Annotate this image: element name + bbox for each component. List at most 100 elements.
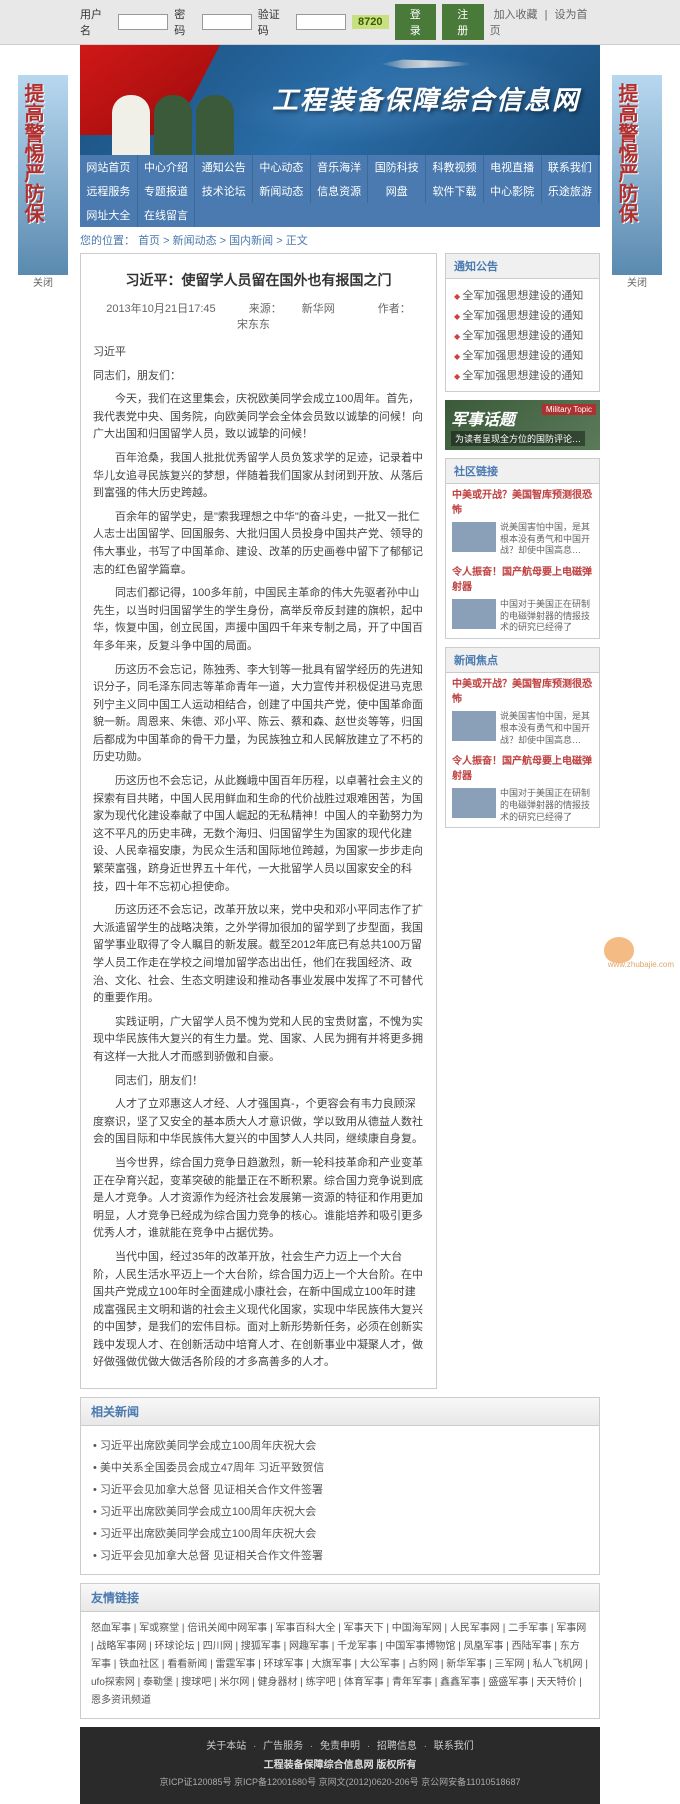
friend-link[interactable]: 战略军事网 — [96, 1641, 146, 1652]
register-button[interactable]: 注册 — [442, 4, 484, 40]
side-news-item[interactable]: 说美国害怕中国，是其根本没有勇气和中国开战？却使中国高息… — [446, 518, 599, 561]
friend-link[interactable]: 四川网 — [203, 1641, 233, 1652]
friend-link[interactable]: 新华军事 — [446, 1659, 486, 1670]
friend-link[interactable]: 铁血社区 — [119, 1659, 159, 1670]
breadcrumb-home[interactable]: 首页 — [138, 235, 160, 247]
friend-link[interactable]: 练字吧 — [306, 1677, 336, 1688]
friend-link[interactable]: 青年军事 — [392, 1677, 432, 1688]
side-news-item[interactable]: 中国对于美国正在研制的电磁弹射器的情报技术的研究已经得了 — [446, 784, 599, 827]
friend-link[interactable]: ufo探索网 — [91, 1677, 135, 1688]
footer-link[interactable]: 招聘信息 — [377, 1741, 417, 1752]
friend-link[interactable]: 军或察堂 — [139, 1623, 179, 1634]
related-item[interactable]: 习近平出席欧美同学会成立100周年庆祝大会 — [93, 1500, 587, 1522]
friend-link[interactable]: 雷霆军事 — [215, 1659, 255, 1670]
login-button[interactable]: 登录 — [395, 4, 437, 40]
breadcrumb-cat1[interactable]: 新闻动态 — [173, 235, 217, 247]
friend-link[interactable]: 二手军事 — [508, 1623, 548, 1634]
nav-item[interactable]: 远程服务 — [80, 179, 138, 203]
notice-item[interactable]: 全军加强思想建设的通知 — [454, 325, 591, 345]
article-paragraph: 同志们都记得，100多年前，中国民主革命的伟大先驱者孙中山先生，以当时归国留学生… — [93, 585, 424, 655]
nav-item[interactable]: 科教视频 — [426, 155, 484, 179]
left-ad[interactable]: 提高警惕严防保 关闭 — [18, 75, 68, 275]
friend-link[interactable]: 健身器材 — [258, 1677, 298, 1688]
friend-link[interactable]: 怒血军事 — [91, 1623, 131, 1634]
nav-item[interactable]: 网盘 — [368, 179, 426, 203]
side-news-title[interactable]: 令人振奋！国产航母要上电磁弹射器 — [446, 750, 599, 784]
friend-link[interactable]: 军事网 — [556, 1623, 586, 1634]
friend-link[interactable]: 军事天下 — [344, 1623, 384, 1634]
nav-item[interactable]: 乐途旅游 — [542, 179, 600, 203]
friend-link[interactable]: 网趣军事 — [289, 1641, 329, 1652]
side-news-item[interactable]: 中国对于美国正在研制的电磁弹射器的情报技术的研究已经得了 — [446, 595, 599, 638]
side-news-title[interactable]: 中美或开战？美国智库预测很恐怖 — [446, 673, 599, 707]
friend-link[interactable]: 搜狐军事 — [241, 1641, 281, 1652]
friend-link[interactable]: 环球论坛 — [155, 1641, 195, 1652]
related-item[interactable]: 习近平出席欧美同学会成立100周年庆祝大会 — [93, 1522, 587, 1544]
footer-link[interactable]: 联系我们 — [434, 1741, 474, 1752]
friend-link[interactable]: 千龙军事 — [337, 1641, 377, 1652]
username-input[interactable] — [118, 14, 168, 30]
friend-link[interactable]: 盛盛军事 — [488, 1677, 528, 1688]
nav-item[interactable]: 新闻动态 — [253, 179, 311, 203]
side-news-title[interactable]: 中美或开战？美国智库预测很恐怖 — [446, 484, 599, 518]
footer-link[interactable]: 广告服务 — [263, 1741, 303, 1752]
friend-link[interactable]: 恩多资讯频道 — [91, 1695, 151, 1706]
related-item[interactable]: 习近平会见加拿大总督 见证相关合作文件签署 — [93, 1478, 587, 1500]
captcha-input[interactable] — [296, 14, 346, 30]
friend-link[interactable]: 私人飞机网 — [533, 1659, 583, 1670]
side-news-item[interactable]: 说美国害怕中国，是其根本没有勇气和中国开战？却使中国高息… — [446, 707, 599, 750]
nav-item[interactable]: 网站首页 — [80, 155, 138, 179]
footer-link[interactable]: 免责申明 — [320, 1741, 360, 1752]
friend-link[interactable]: 人民军事网 — [450, 1623, 500, 1634]
friend-link[interactable]: 西陆军事 — [512, 1641, 552, 1652]
friend-link[interactable]: 军事百科大全 — [275, 1623, 335, 1634]
friend-link[interactable]: 凤凰军事 — [463, 1641, 503, 1652]
nav-item[interactable]: 中心动态 — [253, 155, 311, 179]
side-news-title[interactable]: 令人振奋！国产航母要上电磁弹射器 — [446, 561, 599, 595]
friend-link[interactable]: 大旗军事 — [312, 1659, 352, 1670]
friend-link[interactable]: 环球军事 — [264, 1659, 304, 1670]
nav-item[interactable]: 在线留言 — [138, 203, 196, 227]
friend-link[interactable]: 倍讯关闻中网军事 — [187, 1623, 267, 1634]
friend-link[interactable]: 鑫鑫军事 — [440, 1677, 480, 1688]
nav-item[interactable]: 音乐海洋 — [311, 155, 369, 179]
nav-item[interactable]: 信息资源 — [311, 179, 369, 203]
related-item[interactable]: 习近平出席欧美同学会成立100周年庆祝大会 — [93, 1434, 587, 1456]
friend-link[interactable]: 搜球吧 — [181, 1677, 211, 1688]
nav-item[interactable]: 技术论坛 — [195, 179, 253, 203]
related-item[interactable]: 美中关系全国委员会成立47周年 习近平致贺信 — [93, 1456, 587, 1478]
footer-link[interactable]: 关于本站 — [206, 1741, 246, 1752]
friend-link[interactable]: 看看新闻 — [167, 1659, 207, 1670]
notice-item[interactable]: 全军加强思想建设的通知 — [454, 345, 591, 365]
nav-item[interactable]: 联系我们 — [542, 155, 600, 179]
nav-item[interactable]: 中心影院 — [484, 179, 542, 203]
nav-item[interactable]: 国防科技 — [368, 155, 426, 179]
nav-item[interactable]: 软件下载 — [426, 179, 484, 203]
related-item[interactable]: 习近平会见加拿大总督 见证相关合作文件签署 — [93, 1544, 587, 1566]
nav-item[interactable]: 中心介绍 — [138, 155, 196, 179]
breadcrumb-cat2[interactable]: 国内新闻 — [229, 235, 273, 247]
nav-item[interactable]: 通知公告 — [195, 155, 253, 179]
notice-item[interactable]: 全军加强思想建设的通知 — [454, 365, 591, 385]
nav-item[interactable]: 专题报道 — [138, 179, 196, 203]
friend-link[interactable]: 米尔网 — [219, 1677, 249, 1688]
close-ad-left[interactable]: 关闭 — [33, 274, 53, 289]
military-topic-banner[interactable]: 军事话题 Military Topic 为读者呈现全方位的国防评论… — [445, 400, 600, 450]
friend-link[interactable]: 体育军事 — [344, 1677, 384, 1688]
friend-link[interactable]: 泰勒堡 — [143, 1677, 173, 1688]
close-ad-right[interactable]: 关闭 — [627, 274, 647, 289]
nav-item[interactable]: 电视直播 — [484, 155, 542, 179]
friend-link[interactable]: 占豹网 — [408, 1659, 438, 1670]
friend-link[interactable]: 中国军事博物馆 — [385, 1641, 455, 1652]
nav-item[interactable]: 网址大全 — [80, 203, 138, 227]
friend-link[interactable]: 天天特价 — [536, 1677, 576, 1688]
password-input[interactable] — [202, 14, 252, 30]
friend-link[interactable]: 三军网 — [494, 1659, 524, 1670]
right-ad[interactable]: 提高警惕严防保 关闭 — [612, 75, 662, 275]
friend-link[interactable]: 中国海军网 — [392, 1623, 442, 1634]
site-banner: 工程装备保障综合信息网 — [80, 45, 600, 155]
notice-item[interactable]: 全军加强思想建设的通知 — [454, 305, 591, 325]
friend-link[interactable]: 大公军事 — [360, 1659, 400, 1670]
favorite-link[interactable]: 加入收藏 — [494, 9, 538, 21]
notice-item[interactable]: 全军加强思想建设的通知 — [454, 285, 591, 305]
